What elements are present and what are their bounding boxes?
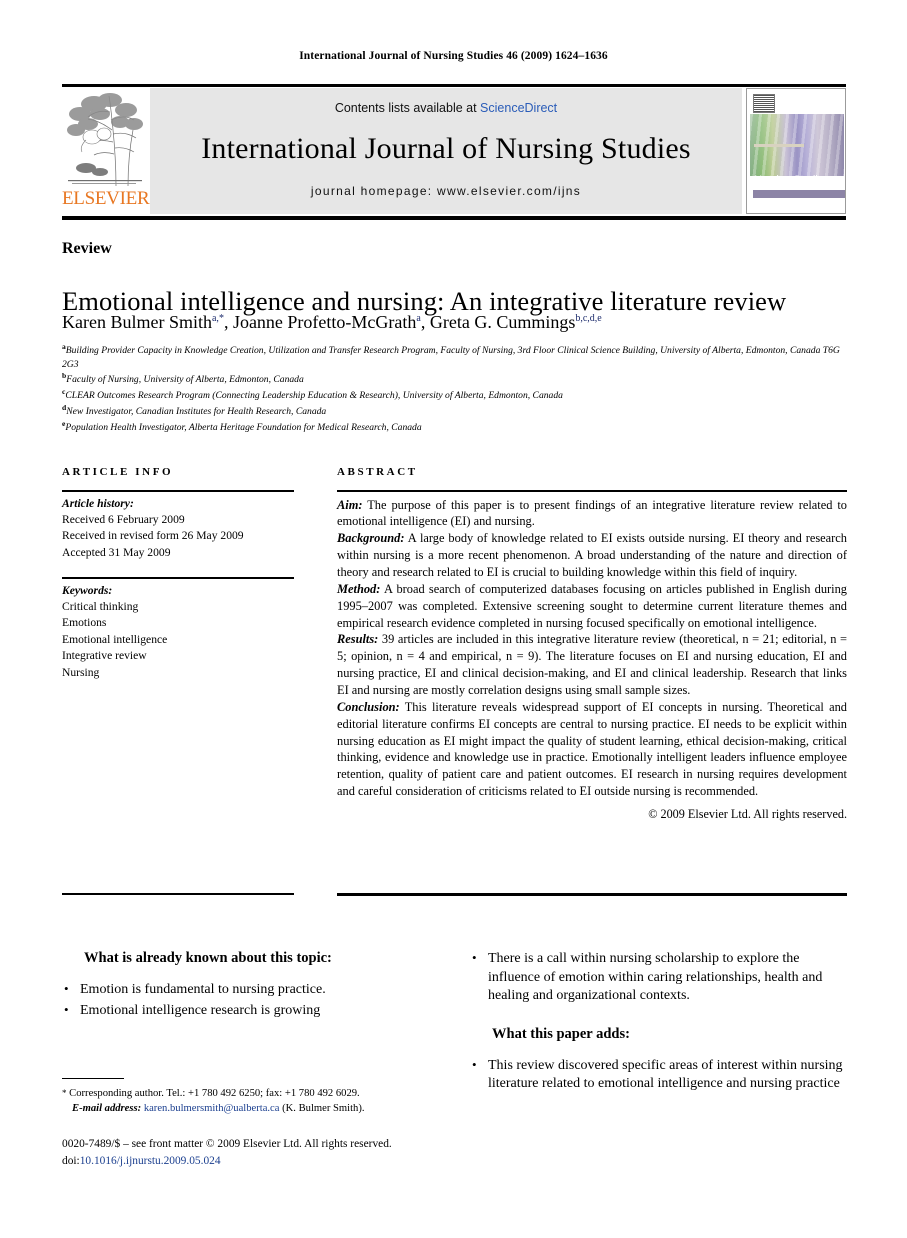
history-received: Received 6 February 2009 [62,512,185,526]
keyword-item: Emotions [62,616,107,630]
abstract-copyright: © 2009 Elsevier Ltd. All rights reserved… [648,806,847,821]
imprint-block: 0020-7489/$ – see front matter © 2009 El… [62,1136,482,1170]
issn-front-matter: 0020-7489/$ – see front matter © 2009 El… [62,1138,392,1150]
author-2[interactable]: Joanne Profetto-McGratha [233,312,421,332]
author-1-affiliation-marker: a, [211,313,219,324]
cover-kicker-rule [754,144,804,147]
header-bottom-rule [62,216,846,220]
abstract-closing-rule [337,893,847,896]
article-info-column: ARTICLE INFO Article history: Received 6… [62,466,294,681]
doi-label: doi: [62,1155,80,1168]
sciencedirect-link[interactable]: ScienceDirect [480,101,557,115]
author-3[interactable]: Greta G. Cummingsb,c,d,e [430,312,602,332]
abstract-section-aim: Aim: The purpose of this paper is to pre… [337,497,848,529]
journal-homepage-link[interactable]: journal homepage: www.elsevier.com/ijns [150,184,742,198]
keywords-label: Keywords: [62,583,113,597]
footnote-contact-text: Corresponding author. Tel.: +1 780 492 6… [69,1088,360,1099]
keyword-item: Critical thinking [62,599,139,613]
article-history-block: Article history: Received 6 February 200… [62,492,294,562]
abstract-body: Aim: The purpose of this paper is to pre… [337,492,847,823]
journal-cover-thumbnail[interactable]: Nursing Studies [746,88,846,214]
list-item: Emotion is fundamental to nursing practi… [62,980,452,1000]
article-type-label: Review [62,240,112,257]
abstract-column: ABSTRACT Aim: The purpose of this paper … [337,466,847,823]
affiliation-b: bFaculty of Nursing, University of Alber… [62,371,304,386]
affiliation-c: cCLEAR Outcomes Research Program (Connec… [62,387,563,402]
author-separator-2: , [420,312,430,332]
keywords-block: Keywords: Critical thinking Emotions Emo… [62,579,294,682]
cover-artwork: Nursing Studies [750,114,845,198]
keyword-item: Integrative review [62,649,147,663]
what-is-known-list: Emotion is fundamental to nursing practi… [62,980,452,1021]
author-3-affiliation-marker: b,c,d,e [575,313,602,324]
list-item: This review discovered specific areas of… [470,1056,847,1094]
list-item: Emotional intelligence research is growi… [62,1001,452,1021]
affiliation-a: aBuilding Provider Capacity in Knowledge… [62,342,840,370]
footnote-star-marker: * [62,1088,67,1098]
elsevier-wordmark: ELSEVIER [62,188,150,209]
journal-masthead: ELSEVIER Contents lists available at Sci… [62,88,846,214]
article-history-label: Article history: [62,496,134,510]
what-this-paper-adds-heading: What this paper adds: [492,1025,630,1042]
doi-link[interactable]: 10.1016/j.ijnurstu.2009.05.024 [80,1155,221,1167]
history-revised: Received in revised form 26 May 2009 [62,529,244,543]
abstract-section-method: Method: A broad search of computerized d… [337,581,847,630]
email-owner-name: (K. Bulmer Smith). [282,1103,365,1115]
contents-prefix: Contents lists available at [334,101,481,115]
doi-line: doi:10.1016/j.ijnurstu.2009.05.024 [62,1153,482,1170]
corresponding-author-footnote: * Corresponding author. Tel.: +1 780 492… [62,1086,462,1117]
footnote-rule [62,1078,124,1080]
author-1[interactable]: Karen Bulmer Smitha,* [62,312,224,332]
paper-page: International Journal of Nursing Studies… [0,0,907,1238]
history-accepted: Accepted 31 May 2009 [62,545,171,559]
article-info-closing-rule [62,893,294,895]
author-separator-1: , [223,312,233,332]
journal-title: International Journal of Nursing Studies [201,132,691,165]
cover-bottom-strip [753,190,845,198]
what-is-known-box: What is already known about this topic: … [62,950,452,1022]
elsevier-logo[interactable]: ELSEVIER [62,88,150,214]
affiliation-e: ePopulation Health Investigator, Alberta… [62,418,422,433]
article-info-heading: ARTICLE INFO [62,466,174,478]
affiliation-list: aBuilding Provider Capacity in Knowledge… [62,342,852,435]
what-this-paper-adds-list: This review discovered specific areas of… [470,1056,847,1094]
affiliation-d: dNew Investigator, Canadian Institutes f… [62,403,327,418]
abstract-section-background: Background: A large body of knowledge re… [337,531,847,579]
abstract-heading: ABSTRACT [337,466,418,478]
author-email-link[interactable]: karen.bulmersmith@ualberta.ca [144,1103,280,1114]
what-is-known-heading: What is already known about this topic: [84,950,332,966]
abstract-section-conclusion: Conclusion: This literature reveals wide… [337,699,847,799]
elsevier-tree-icon [64,90,146,188]
keyword-item: Emotional intelligence [62,632,168,646]
highlights-right-column: There is a call within nursing scholarsh… [470,949,847,1096]
running-head: International Journal of Nursing Studies… [299,50,608,62]
what-is-known-list-continued: There is a call within nursing scholarsh… [470,949,847,1006]
email-address-label: E-mail address: [72,1103,142,1115]
journal-title-band: Contents lists available at ScienceDirec… [150,88,742,214]
list-item: There is a call within nursing scholarsh… [470,949,847,1006]
contents-available-line: Contents lists available at ScienceDirec… [150,101,742,115]
cover-title: Nursing Studies [754,174,829,186]
cover-elsevier-mark-icon [753,94,775,113]
author-list: Karen Bulmer Smitha,*, Joanne Profetto-M… [62,312,852,333]
keyword-item: Nursing [62,665,100,679]
header-top-rule [62,84,846,87]
abstract-section-results: Results: 39 articles are included in thi… [337,632,847,697]
